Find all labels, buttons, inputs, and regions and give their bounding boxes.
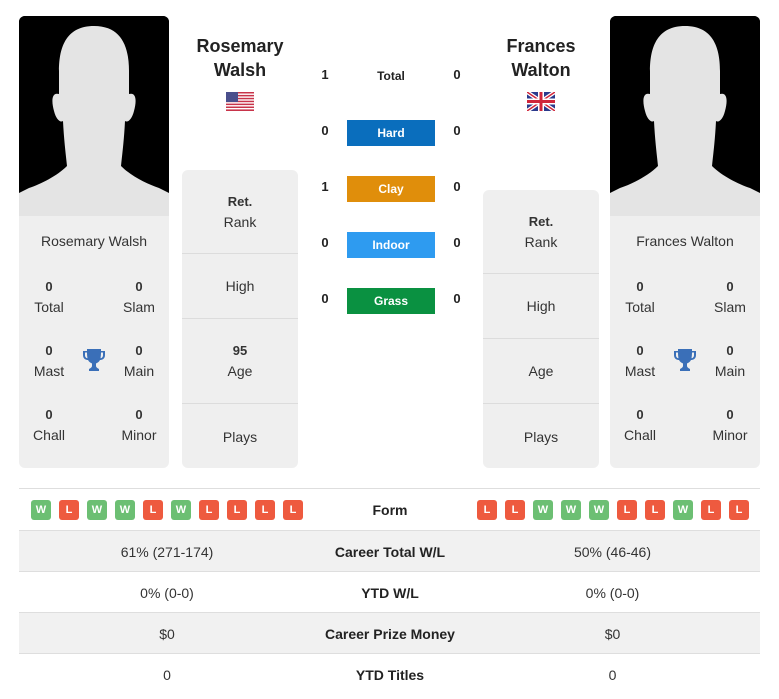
titles-slam-left: 0 Slam bbox=[123, 279, 155, 315]
h2h-clay-right: 0 bbox=[453, 179, 461, 194]
player-name-left[interactable]: Rosemary Walsh bbox=[180, 34, 300, 82]
form-badge-loss[interactable]: L bbox=[729, 499, 749, 520]
player-card-name-right: Frances Walton bbox=[636, 233, 734, 249]
form-badge-loss[interactable]: L bbox=[227, 499, 247, 520]
form-badge-loss[interactable]: L bbox=[505, 499, 525, 520]
trophy-icon bbox=[83, 349, 105, 371]
h2h-grass-right: 0 bbox=[453, 291, 461, 306]
titles-chall-left: 0 Chall bbox=[33, 407, 65, 443]
player-photo-left bbox=[19, 16, 169, 216]
prize-money-left: $0 bbox=[159, 625, 175, 642]
ytd-wl-label: YTD W/L bbox=[361, 584, 419, 601]
info-high-right: High bbox=[483, 274, 599, 339]
form-badge-loss[interactable]: L bbox=[617, 499, 637, 520]
form-badge-loss[interactable]: L bbox=[59, 499, 79, 520]
form-badge-loss[interactable]: L bbox=[283, 499, 303, 520]
ytd-wl-left: 0% (0-0) bbox=[140, 584, 194, 601]
table-row-prize-money: $0 Career Prize Money $0 bbox=[19, 613, 760, 654]
form-row: WLWWLWLLLL Form LLWWWLLWLL bbox=[19, 489, 760, 530]
trophy-icon bbox=[674, 349, 696, 371]
uk-flag-icon bbox=[527, 92, 555, 111]
form-badge-win[interactable]: W bbox=[115, 499, 135, 520]
titles-minor-right: 0 Minor bbox=[712, 407, 748, 443]
form-badge-loss[interactable]: L bbox=[477, 499, 497, 520]
form-badge-win[interactable]: W bbox=[589, 499, 609, 520]
info-high-left: High bbox=[182, 254, 298, 319]
h2h-total-right: 0 bbox=[453, 67, 461, 82]
titles-mast-left: 0 Mast bbox=[33, 343, 65, 379]
h2h-total-label: Total bbox=[377, 69, 405, 83]
career-wl-label: Career Total W/L bbox=[334, 543, 446, 560]
player-card-right: Frances Walton 0 Total 0 Slam 0 Mast 0 M… bbox=[610, 16, 760, 468]
form-badge-win[interactable]: W bbox=[561, 499, 581, 520]
form-badge-loss[interactable]: L bbox=[701, 499, 721, 520]
player-info-right: Ret. Rank High Age Plays bbox=[483, 190, 599, 468]
player-card-left: Rosemary Walsh 0 Total 0 Slam 0 Mast 0 M… bbox=[19, 16, 169, 468]
ytd-titles-label: YTD Titles bbox=[355, 666, 425, 683]
form-badges-right: LLWWWLLWLL bbox=[477, 499, 749, 520]
info-rank-right: Ret. Rank bbox=[483, 190, 599, 274]
table-row-career-wl: 61% (271-174) Career Total W/L 50% (46-4… bbox=[19, 531, 760, 572]
ytd-titles-right: 0 bbox=[608, 666, 617, 683]
us-flag-icon bbox=[226, 92, 254, 111]
prize-money-label: Career Prize Money bbox=[325, 625, 455, 642]
h2h-grass-left: 0 bbox=[321, 291, 329, 306]
surface-grass[interactable]: Grass bbox=[347, 288, 435, 314]
silhouette-icon bbox=[610, 16, 760, 216]
titles-main-left: 0 Main bbox=[123, 343, 155, 379]
form-badge-loss[interactable]: L bbox=[143, 499, 163, 520]
form-badge-win[interactable]: W bbox=[171, 499, 191, 520]
form-label: Form bbox=[372, 501, 408, 518]
form-badge-loss[interactable]: L bbox=[645, 499, 665, 520]
titles-main-right: 0 Main bbox=[714, 343, 746, 379]
titles-minor-left: 0 Minor bbox=[121, 407, 157, 443]
form-badge-win[interactable]: W bbox=[87, 499, 107, 520]
form-badge-loss[interactable]: L bbox=[199, 499, 219, 520]
titles-total-right: 0 Total bbox=[625, 279, 655, 315]
table-row-ytd-wl: 0% (0-0) YTD W/L 0% (0-0) bbox=[19, 572, 760, 613]
titles-slam-right: 0 Slam bbox=[714, 279, 746, 315]
surface-clay[interactable]: Clay bbox=[347, 176, 435, 202]
form-badge-win[interactable]: W bbox=[533, 499, 553, 520]
table-row-ytd-titles: 0 YTD Titles 0 bbox=[19, 654, 760, 695]
player-info-left: Ret. Rank High 95 Age Plays bbox=[182, 170, 298, 468]
h2h-indoor-left: 0 bbox=[321, 235, 329, 250]
info-rank-left: Ret. Rank bbox=[182, 170, 298, 254]
surface-indoor[interactable]: Indoor bbox=[347, 232, 435, 258]
form-badges-left: WLWWLWLLLL bbox=[31, 499, 303, 520]
info-plays-left: Plays bbox=[222, 428, 258, 445]
player-name-right[interactable]: Frances Walton bbox=[481, 34, 601, 82]
info-plays-right: Plays bbox=[523, 428, 559, 445]
form-badge-win[interactable]: W bbox=[673, 499, 693, 520]
info-age-left: 95 Age bbox=[182, 319, 298, 404]
titles-total-left: 0 Total bbox=[34, 279, 64, 315]
player-photo-right bbox=[610, 16, 760, 216]
titles-chall-right: 0 Chall bbox=[624, 407, 656, 443]
ytd-wl-right: 0% (0-0) bbox=[585, 584, 640, 601]
info-age-right: Age bbox=[483, 339, 599, 404]
h2h-clay-left: 1 bbox=[321, 179, 329, 194]
player-card-name-left: Rosemary Walsh bbox=[40, 233, 148, 249]
career-wl-right: 50% (46-46) bbox=[573, 543, 652, 560]
titles-mast-right: 0 Mast bbox=[624, 343, 656, 379]
surface-hard[interactable]: Hard bbox=[347, 120, 435, 146]
form-badge-win[interactable]: W bbox=[31, 499, 51, 520]
form-badge-loss[interactable]: L bbox=[255, 499, 275, 520]
h2h-hard-right: 0 bbox=[453, 123, 461, 138]
ytd-titles-left: 0 bbox=[163, 666, 171, 683]
h2h-indoor-right: 0 bbox=[453, 235, 461, 250]
h2h-total-left: 1 bbox=[321, 67, 329, 82]
career-wl-left: 61% (271-174) bbox=[120, 543, 214, 560]
h2h-hard-left: 0 bbox=[321, 123, 329, 138]
silhouette-icon bbox=[19, 16, 169, 216]
prize-money-right: $0 bbox=[604, 625, 621, 642]
